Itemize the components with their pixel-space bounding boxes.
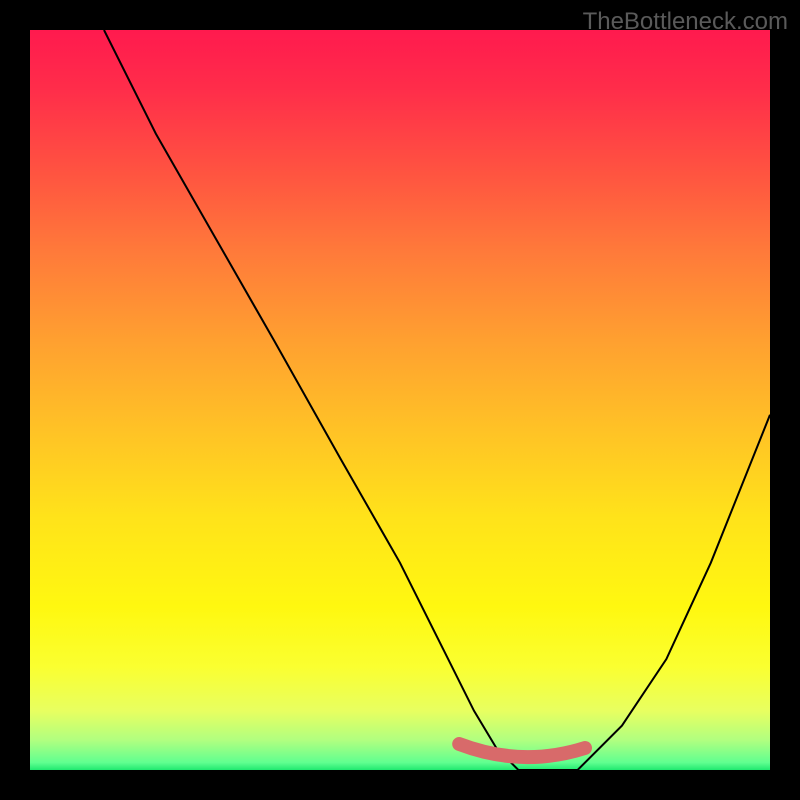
highlight-segment <box>459 744 585 757</box>
bottleneck-curve <box>104 30 770 770</box>
watermark-text: TheBottleneck.com <box>583 8 788 36</box>
plot-area <box>30 30 770 770</box>
curve-svg <box>30 30 770 770</box>
